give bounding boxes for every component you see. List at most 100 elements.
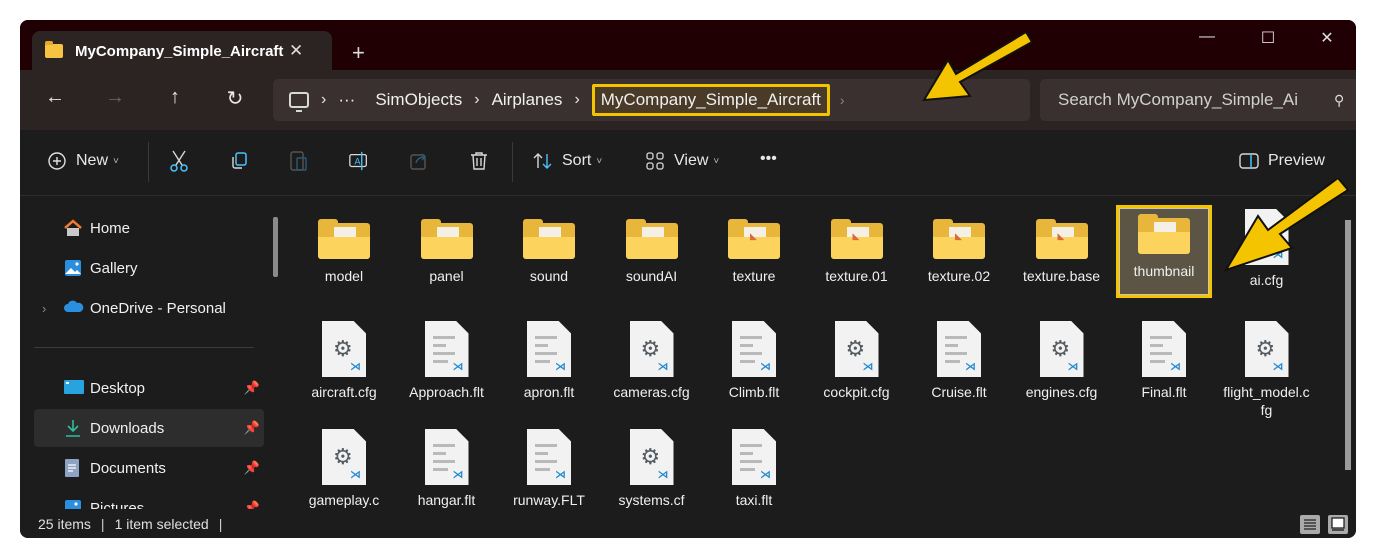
file-item[interactable]: ⋊ Climb.flt [706, 317, 802, 401]
chevron-right-icon[interactable]: › [840, 92, 845, 108]
up-button[interactable]: ↑ [160, 86, 190, 109]
forward-button[interactable]: → [100, 86, 130, 109]
sidebar-item-documents[interactable]: Documents 📌 [34, 449, 264, 487]
file-item[interactable]: ⋊ Cruise.flt [911, 317, 1007, 401]
address-bar[interactable]: › ··· SimObjects › Airplanes › MyCompany… [273, 79, 1030, 121]
sidebar-item-home[interactable]: Home [34, 209, 264, 247]
file-item[interactable]: ◣ texture.base [1014, 205, 1110, 285]
file-item[interactable]: ⚙ ⋊ flight_model.cfg [1219, 317, 1315, 419]
search-icon[interactable]: ⚲ [1334, 92, 1344, 109]
folder-icon [45, 41, 63, 58]
file-item[interactable]: ⋊ taxi.flt [706, 425, 802, 509]
config-file-icon: ⚙ ⋊ [834, 321, 879, 377]
more-options-button[interactable]: ••• [760, 150, 777, 168]
sidebar-item-gallery[interactable]: Gallery [34, 249, 264, 287]
file-item[interactable]: ⋊ apron.flt [501, 317, 597, 401]
share-button[interactable] [408, 150, 430, 172]
file-item[interactable]: ⚙ ⋊ cameras.cfg [604, 317, 700, 401]
pin-icon[interactable]: 📌 [244, 380, 260, 396]
file-name: engines.cfg [1025, 384, 1098, 400]
copy-button[interactable] [228, 150, 250, 172]
sidebar-item-downloads[interactable]: Downloads 📌 [34, 409, 264, 447]
rename-icon: A [348, 150, 370, 172]
file-item[interactable]: ◣ texture.02 [911, 205, 1007, 285]
toolbar-divider [512, 142, 513, 182]
file-item[interactable]: ◣ texture.01 [809, 205, 905, 285]
sort-button[interactable]: Sort ˅ [532, 150, 602, 172]
refresh-button[interactable]: ↻ [220, 86, 250, 111]
this-pc-icon[interactable] [289, 92, 309, 112]
sidebar-item-desktop[interactable]: Desktop 📌 [34, 369, 264, 407]
file-name: Final.flt [1141, 384, 1187, 400]
file-item[interactable]: ⋊ Final.flt [1116, 317, 1212, 401]
file-item[interactable]: soundAI [604, 205, 700, 285]
tab-current[interactable]: MyCompany_Simple_Aircraft ✕ [32, 31, 332, 71]
delete-button[interactable] [468, 150, 490, 172]
large-icons-view-button[interactable] [1328, 515, 1348, 534]
cut-button[interactable] [168, 150, 190, 172]
onedrive-cloud-icon [64, 299, 84, 317]
back-button[interactable]: ← [40, 86, 70, 109]
pin-icon[interactable]: 📌 [244, 460, 260, 476]
view-button[interactable]: View ˅ [644, 150, 719, 172]
file-item[interactable]: model [296, 205, 392, 285]
preview-pane-icon [1238, 150, 1260, 172]
chevron-right-icon[interactable]: › [574, 91, 579, 109]
file-item[interactable]: thumbnail [1116, 205, 1212, 298]
file-name: soundAI [625, 268, 678, 284]
file-name: panel [429, 268, 464, 284]
preview-label: Preview [1268, 152, 1325, 169]
svg-text:A: A [354, 157, 361, 168]
text-file-icon: ⋊ [732, 429, 776, 485]
file-item[interactable]: ⋊ Approach.flt [399, 317, 495, 401]
folder-icon [625, 219, 678, 259]
breadcrumb-current-folder[interactable]: MyCompany_Simple_Aircraft [591, 84, 830, 116]
file-item[interactable]: ⚙ ⋊ cockpit.cfg [809, 317, 905, 401]
sidebar-item-onedrive[interactable]: › OneDrive - Personal [34, 289, 264, 327]
file-explorer-window: MyCompany_Simple_Aircraft ✕ + — ☐ ✕ ← → … [20, 20, 1356, 538]
sidebar-item-label: Documents [90, 459, 166, 477]
file-item[interactable]: ◣ texture [706, 205, 802, 285]
download-icon [64, 419, 82, 437]
sidebar-scrollbar[interactable] [273, 217, 278, 277]
file-item[interactable]: ⚙ ⋊ aircraft.cfg [296, 317, 392, 401]
search-placeholder: Search MyCompany_Simple_Ai [1058, 90, 1298, 109]
tab-close-button[interactable]: ✕ [289, 41, 303, 61]
file-item[interactable]: ⚙ ⋊ gameplay.c [296, 425, 392, 509]
breadcrumb-overflow[interactable]: ··· [338, 90, 355, 110]
pin-icon[interactable]: 📌 [244, 420, 260, 436]
title-bar: MyCompany_Simple_Aircraft ✕ + — ☐ ✕ [20, 20, 1356, 71]
new-button[interactable]: New ˅ [46, 150, 119, 172]
item-count: 25 items [38, 515, 91, 532]
file-item[interactable]: ⚙ ⋊ engines.cfg [1014, 317, 1110, 401]
expand-chevron-icon[interactable]: › [42, 301, 46, 316]
tab-title: MyCompany_Simple_Aircraft [75, 42, 284, 60]
minimize-button[interactable]: — [1192, 28, 1222, 46]
chevron-right-icon[interactable]: › [474, 91, 479, 109]
file-item[interactable]: ⋊ runway.FLT [501, 425, 597, 509]
file-item[interactable]: panel [399, 205, 495, 285]
preview-pane-button[interactable]: Preview [1238, 150, 1325, 172]
breadcrumb-simobjects[interactable]: SimObjects [375, 90, 462, 110]
maximize-button[interactable]: ☐ [1253, 28, 1283, 48]
chevron-right-icon[interactable]: › [321, 91, 326, 109]
text-file-icon: ⋊ [527, 321, 571, 377]
breadcrumb-airplanes[interactable]: Airplanes [492, 90, 563, 110]
file-item[interactable]: ⋊ hangar.flt [399, 425, 495, 509]
file-item[interactable]: ⚙ ⋊ systems.cf [604, 425, 700, 509]
text-file-icon: ⋊ [527, 429, 571, 485]
desktop-icon [64, 379, 84, 397]
trash-icon [468, 150, 490, 172]
details-view-button[interactable] [1300, 515, 1320, 534]
file-name: flight_model.cfg [1223, 384, 1310, 418]
search-input[interactable]: Search MyCompany_Simple_Ai ⚲ [1040, 79, 1356, 121]
rename-button[interactable]: A [348, 150, 370, 172]
new-label: New [76, 152, 109, 169]
new-tab-button[interactable]: + [352, 40, 365, 66]
file-name: Cruise.flt [931, 384, 987, 400]
paste-button[interactable] [288, 150, 310, 172]
file-item[interactable]: sound [501, 205, 597, 285]
file-item[interactable]: ⚙ ⋊ ai.cfg [1219, 205, 1315, 289]
content-scrollbar[interactable] [1345, 220, 1351, 470]
close-button[interactable]: ✕ [1312, 28, 1342, 48]
